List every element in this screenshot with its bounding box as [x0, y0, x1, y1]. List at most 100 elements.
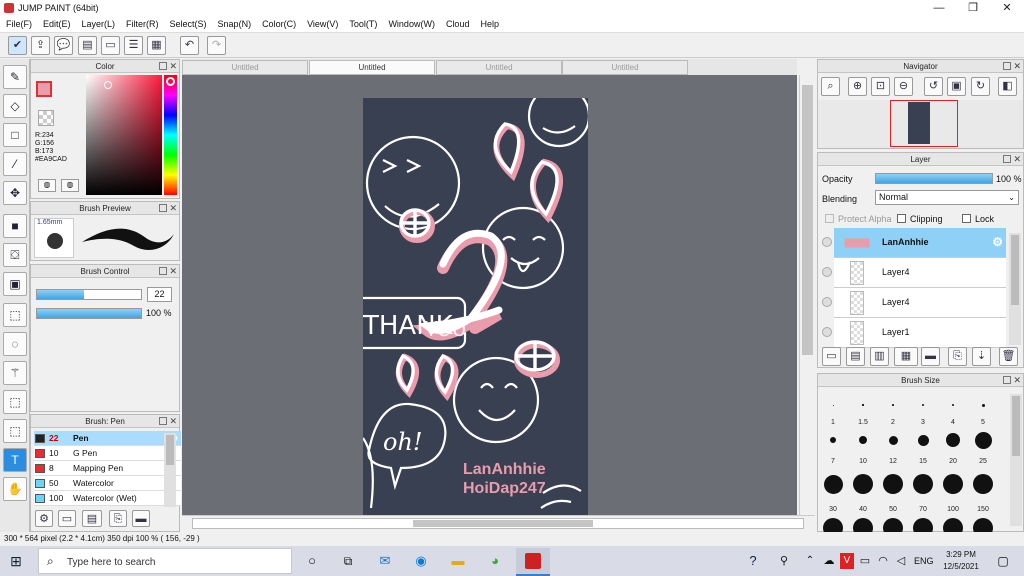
select-rect-icon[interactable]: ⬚	[3, 303, 27, 327]
maximize-button[interactable]: ❐	[956, 0, 990, 17]
document-icon[interactable]: ▭	[101, 36, 120, 55]
chevron-up-icon[interactable]: ⌃	[804, 553, 816, 569]
blending-select[interactable]: Normal ⌄	[875, 190, 1019, 205]
fill-rect-tool-icon[interactable]: ■	[3, 214, 27, 238]
file-explorer-icon[interactable]: ▬	[449, 553, 467, 569]
bucket-tool-icon[interactable]: ⛋	[3, 243, 27, 267]
palette-icon[interactable]: ◍	[38, 179, 56, 192]
brush-opacity-slider[interactable]	[36, 308, 142, 319]
menu-layer[interactable]: Layer(L)	[76, 17, 121, 29]
hand-tool-icon[interactable]: ✋	[3, 477, 27, 501]
brush-size-dot[interactable]	[862, 404, 864, 406]
volume-icon[interactable]: ◁	[894, 553, 908, 569]
hue-slider[interactable]	[164, 75, 177, 195]
brush-folder-icon[interactable]: ▬	[132, 510, 150, 527]
menu-view[interactable]: View(V)	[301, 17, 343, 29]
message-icon[interactable]: ▤	[78, 36, 97, 55]
hue-cursor[interactable]	[166, 77, 175, 86]
close-icon[interactable]: ✕	[169, 266, 177, 276]
brush-size-dot[interactable]	[973, 474, 993, 494]
layer-visibility-icon[interactable]	[822, 297, 832, 307]
menu-filter[interactable]: Filter(R)	[120, 17, 164, 29]
grid-icon[interactable]: ▦	[147, 36, 166, 55]
menu-file[interactable]: File(F)	[0, 17, 37, 29]
delete-layer-icon[interactable]: 🗑	[999, 347, 1018, 366]
close-icon[interactable]: ✕	[1013, 61, 1021, 71]
protect-alpha-checkbox[interactable]	[825, 214, 834, 223]
wifi-icon[interactable]: ◠	[876, 553, 890, 569]
gear-icon[interactable]: ⚙	[992, 235, 1003, 249]
brush-size-dot[interactable]	[859, 436, 867, 444]
brush-size-dot[interactable]	[981, 403, 985, 407]
close-icon[interactable]: ✕	[169, 61, 177, 71]
list-icon[interactable]: ☰	[124, 36, 143, 55]
eraser-tool-icon[interactable]: ◇	[3, 94, 27, 118]
lasso-icon[interactable]: ◌	[3, 332, 27, 356]
notification-icon[interactable]: ▢	[996, 553, 1010, 569]
layer-opacity-slider[interactable]	[875, 173, 993, 184]
layer-visibility-icon[interactable]	[822, 327, 832, 337]
lock-checkbox[interactable]	[962, 214, 971, 223]
tab-untitled-4[interactable]: Untitled	[562, 60, 688, 75]
menu-color[interactable]: Color(C)	[256, 17, 301, 29]
new-brush-icon[interactable]: ▭	[58, 510, 76, 527]
menu-snap[interactable]: Snap(N)	[212, 17, 257, 29]
navigator-preview[interactable]	[818, 100, 1023, 148]
close-button[interactable]: ✕	[990, 0, 1024, 17]
jump-paint-taskbar-button[interactable]	[516, 548, 550, 576]
gradient-tool-icon[interactable]: ▣	[3, 272, 27, 296]
pen-tool-icon[interactable]: ✎	[3, 65, 27, 89]
language-indicator[interactable]: ENG	[914, 556, 934, 566]
clipping-checkbox[interactable]	[897, 214, 906, 223]
close-icon[interactable]: ✕	[169, 203, 177, 213]
layer-visibility-icon[interactable]	[822, 237, 832, 247]
zoom-fit-icon[interactable]: ⌕	[821, 77, 840, 96]
brush-copy-icon[interactable]: ⎘	[109, 510, 127, 527]
menu-cloud[interactable]: Cloud	[440, 17, 475, 29]
clock[interactable]: 3:29 PM 12/5/2021	[940, 549, 982, 573]
brush-menu-icon[interactable]: ▤	[82, 510, 102, 527]
color-picker-cursor[interactable]	[104, 81, 112, 89]
brush-size-dot[interactable]	[888, 435, 898, 445]
layer-visibility-icon[interactable]	[822, 267, 832, 277]
brush-size-dot[interactable]	[892, 404, 894, 406]
layer-list-scrollbar[interactable]	[1009, 233, 1021, 345]
menu-select[interactable]: Select(S)	[164, 17, 212, 29]
app-icon-green[interactable]: ◕	[486, 553, 504, 569]
close-icon[interactable]: ✕	[1013, 375, 1021, 385]
share-icon[interactable]: ⇪	[31, 36, 50, 55]
select-pen-icon[interactable]: ⬚	[3, 390, 27, 414]
cloud-icon[interactable]: ☁	[822, 553, 836, 569]
zoom-in-icon[interactable]: ⊕	[848, 77, 867, 96]
task-view-icon[interactable]: ⧉	[340, 553, 356, 569]
brush-size-dot[interactable]	[830, 437, 836, 443]
tab-untitled-1[interactable]: Untitled	[182, 60, 308, 75]
new-layer-icon[interactable]: ▭	[822, 347, 841, 366]
rectangle-tool-icon[interactable]: □	[3, 123, 27, 147]
tab-untitled-3[interactable]: Untitled	[436, 60, 562, 75]
brush-size-dot[interactable]	[974, 431, 992, 449]
windows-start-icon[interactable]: ⊞	[8, 553, 24, 569]
duplicate-layer-icon[interactable]: ⎘	[948, 347, 967, 366]
brush-size-scrollbar[interactable]	[1010, 394, 1022, 526]
move-tool-icon[interactable]: ✥	[3, 181, 27, 205]
brush-size-value[interactable]: 22	[147, 287, 172, 302]
rotate-right-icon[interactable]: ↻	[971, 77, 990, 96]
brush-size-dot[interactable]	[832, 404, 834, 406]
brush-size-slider[interactable]	[36, 289, 142, 300]
redo-icon[interactable]: ↷	[207, 36, 226, 55]
brush-size-dot[interactable]	[946, 433, 960, 447]
reset-view-icon[interactable]: ▣	[947, 77, 966, 96]
foreground-color-swatch[interactable]	[36, 81, 52, 97]
brush-size-dot[interactable]	[917, 434, 929, 446]
menu-tool[interactable]: Tool(T)	[343, 17, 382, 29]
edge-icon[interactable]: ◉	[412, 553, 430, 569]
brush-list-item[interactable]: 100 Watercolor (Wet)	[34, 491, 181, 506]
zoom-actual-icon[interactable]: ⊡	[871, 77, 890, 96]
horizontal-scrollbar[interactable]	[182, 515, 815, 531]
rotate-left-icon[interactable]: ↺	[924, 77, 943, 96]
layer-row[interactable]: Layer1	[834, 318, 1006, 348]
mail-icon[interactable]: ✉	[376, 553, 394, 569]
ok-check-icon[interactable]: ✔	[8, 36, 27, 55]
brush-size-dot[interactable]	[943, 474, 963, 494]
